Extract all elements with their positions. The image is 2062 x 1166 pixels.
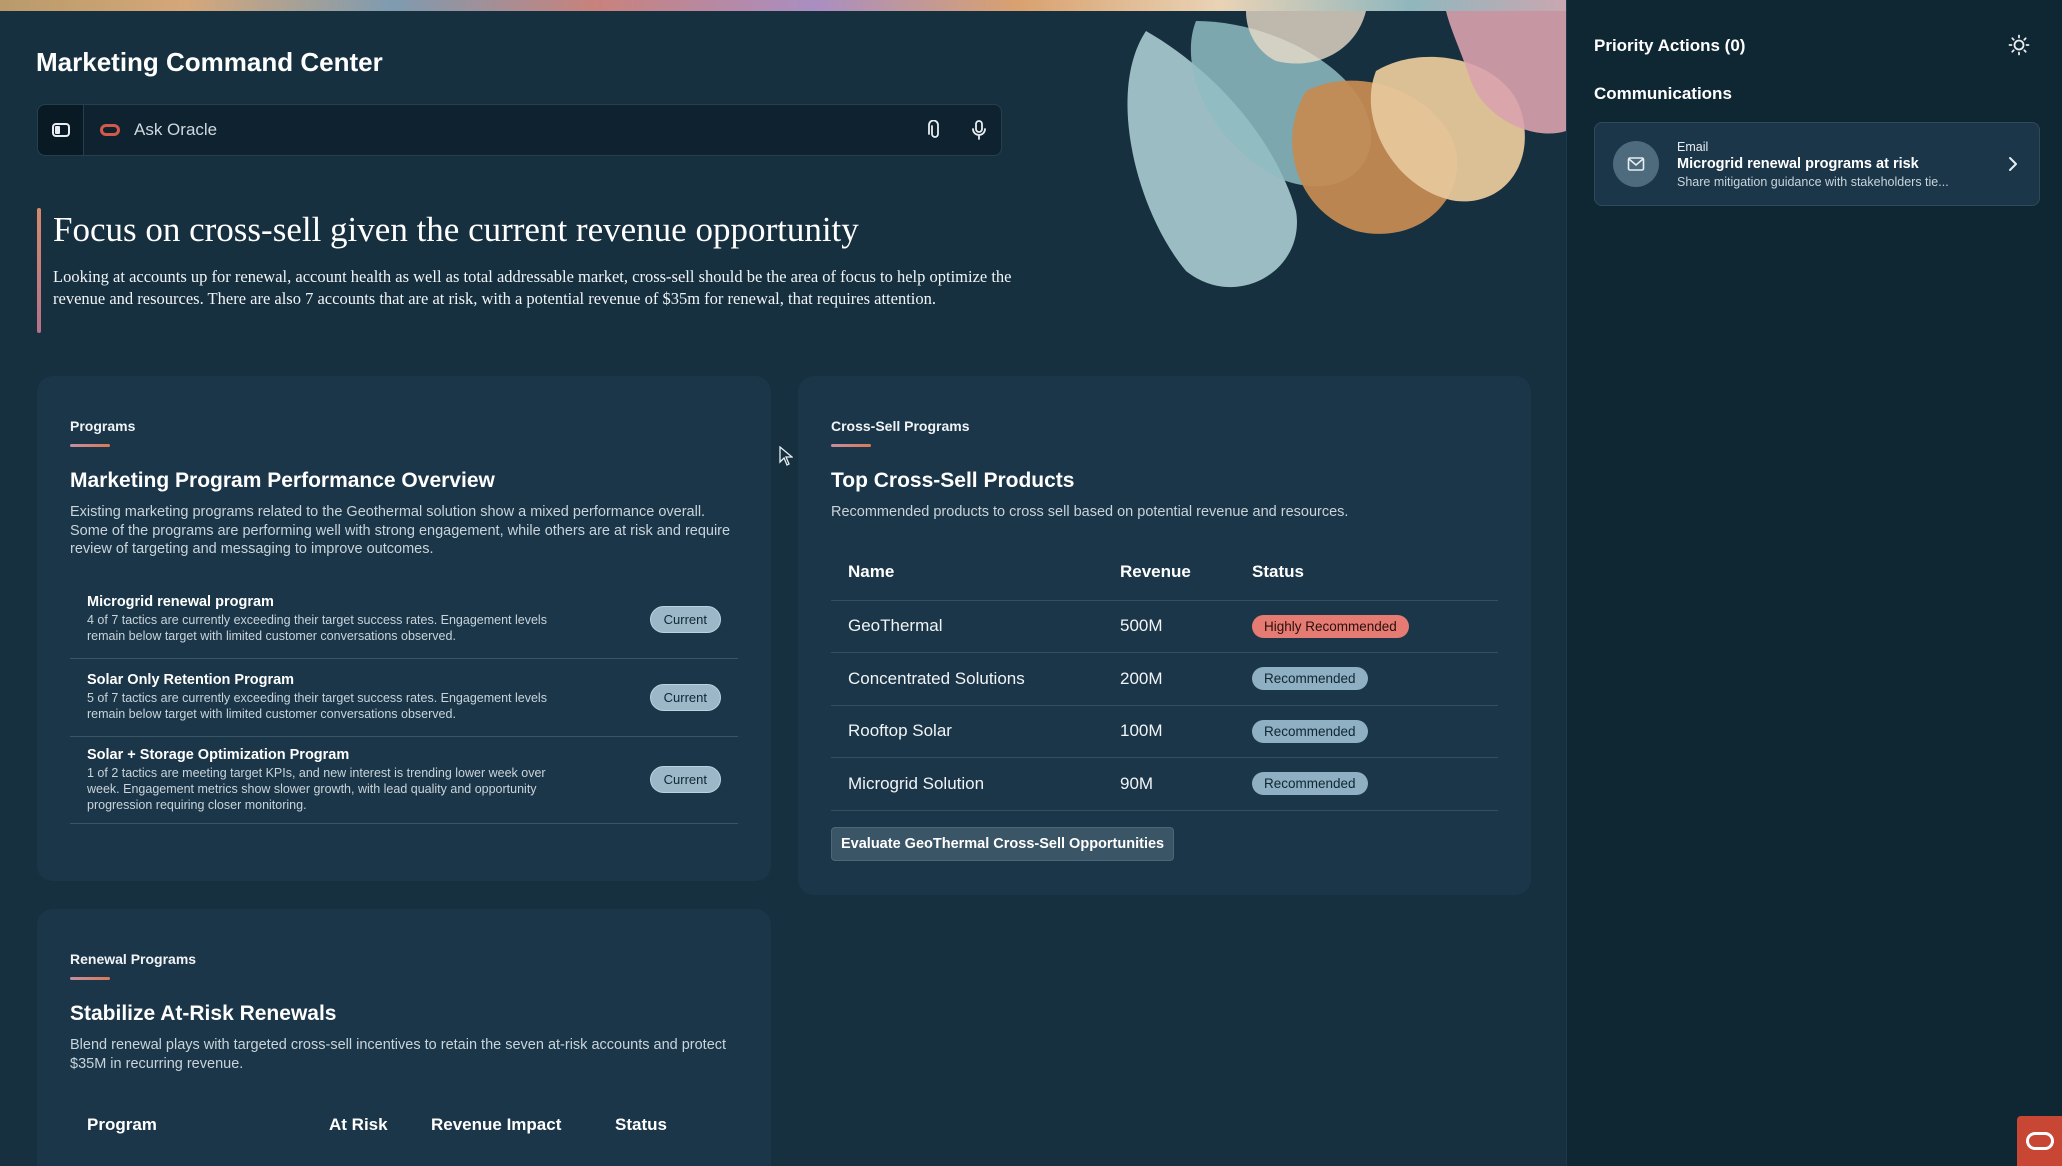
eyebrow-underline (70, 444, 110, 447)
programs-title: Marketing Program Performance Overview (70, 469, 495, 492)
product-revenue: 200M (1103, 652, 1235, 706)
product-revenue: 500M (1103, 600, 1235, 653)
attach-button[interactable] (913, 105, 957, 155)
main-panel: Marketing Command Center Focus on cross-… (0, 11, 1566, 1166)
program-title: Microgrid renewal program (87, 594, 274, 610)
eyebrow-underline (831, 444, 871, 447)
table-row[interactable]: Concentrated Solutions 200M Recommended (831, 652, 1498, 706)
insight-accent-bar (37, 208, 41, 333)
column-header-at-risk: At Risk (329, 1115, 388, 1134)
communication-description: Share mitigation guidance with stakehold… (1677, 174, 1949, 189)
cross-sell-description: Recommended products to cross sell based… (831, 504, 1349, 520)
renewal-description: Blend renewal plays with targeted cross-… (70, 1037, 727, 1072)
sidebar-toggle-button[interactable] (38, 105, 84, 155)
theme-toggle-button[interactable] (2008, 34, 2030, 61)
program-detail: 1 of 2 tactics are meeting target KPIs, … (87, 765, 546, 812)
status-badge: Recommended (1252, 719, 1368, 743)
list-item[interactable]: Solar + Storage Optimization Program 1 o… (70, 737, 738, 824)
communication-type: Email (1677, 139, 1709, 154)
program-detail: 4 of 7 tactics are currently exceeding t… (87, 613, 547, 643)
sun-icon (2008, 34, 2030, 56)
oracle-logo-icon (2025, 1132, 2054, 1150)
list-item[interactable]: Solar Only Retention Program 5 of 7 tact… (70, 659, 738, 737)
column-header-status: Status (1235, 539, 1498, 601)
list-item[interactable]: Microgrid renewal program 4 of 7 tactics… (70, 581, 738, 659)
microphone-button[interactable] (957, 105, 1001, 155)
renewal-eyebrow: Renewal Programs (70, 951, 197, 967)
table-row[interactable]: Rooftop Solar 100M Recommended (831, 705, 1498, 758)
programs-card: Programs Marketing Program Performance O… (37, 376, 771, 881)
cross-sell-card: Cross-Sell Programs Top Cross-Sell Produ… (798, 376, 1531, 895)
page-title: Marketing Command Center (36, 47, 383, 77)
status-badge: Recommended (1252, 667, 1368, 691)
ask-oracle-bar (37, 104, 1002, 156)
oracle-assistant-button[interactable] (2017, 1116, 2062, 1166)
product-name: Concentrated Solutions (831, 652, 1103, 706)
table-header-row: Name Revenue Status (831, 539, 1498, 601)
ask-oracle-input[interactable] (134, 120, 913, 140)
priority-actions-title: Priority Actions (0) (1594, 36, 1746, 55)
insight-body: Looking at accounts up for renewal, acco… (53, 267, 1012, 308)
programs-description: Existing marketing programs related to t… (70, 504, 731, 557)
evaluate-cross-sell-button[interactable]: Evaluate GeoThermal Cross-Sell Opportuni… (831, 826, 1175, 861)
column-header-status: Status (615, 1115, 667, 1134)
table-row[interactable]: Microgrid Solution 90M Recommended (831, 757, 1498, 811)
program-list: Microgrid renewal program 4 of 7 tactics… (70, 581, 738, 824)
column-header-name: Name (831, 539, 1103, 601)
insight-heading: Focus on cross-sell given the current re… (53, 210, 859, 249)
renewal-table-header: Program At Risk Revenue Impact Status (70, 1115, 738, 1135)
renewal-title: Stabilize At-Risk Renewals (70, 1002, 337, 1025)
product-name: Microgrid Solution (831, 757, 1103, 811)
communication-card[interactable]: Email Microgrid renewal programs at risk… (1594, 122, 2040, 206)
status-badge: Current (649, 605, 721, 633)
cross-sell-title: Top Cross-Sell Products (831, 469, 1075, 492)
programs-eyebrow: Programs (70, 418, 136, 434)
product-name: GeoThermal (831, 600, 1103, 653)
eyebrow-underline (70, 977, 110, 980)
status-badge: Current (649, 683, 721, 711)
renewal-programs-card: Renewal Programs Stabilize At-Risk Renew… (37, 909, 771, 1166)
communication-title: Microgrid renewal programs at risk (1677, 155, 1919, 172)
status-badge: Highly Recommended (1252, 614, 1409, 638)
cross-sell-eyebrow: Cross-Sell Programs (831, 418, 970, 434)
avatar (1613, 141, 1659, 187)
product-revenue: 100M (1103, 705, 1235, 758)
insight-summary: Focus on cross-sell given the current re… (37, 208, 1012, 333)
column-header-revenue-impact: Revenue Impact (431, 1115, 562, 1134)
column-header-revenue: Revenue (1103, 539, 1235, 601)
program-title: Solar + Storage Optimization Program (87, 746, 350, 763)
communications-heading: Communications (1594, 84, 1732, 103)
sidebar-toggle-icon (51, 123, 70, 137)
cross-sell-table: Name Revenue Status GeoThermal 500M High… (831, 539, 1498, 811)
program-title: Solar Only Retention Program (87, 672, 295, 688)
oracle-logo-icon (100, 124, 120, 136)
chevron-right-icon (2009, 157, 2017, 171)
decorative-artwork (1127, 11, 1566, 288)
status-badge: Recommended (1252, 772, 1368, 796)
cursor-icon (779, 446, 793, 466)
status-badge: Current (649, 766, 721, 793)
priority-actions-sidebar: Priority Actions (0) Communications Emai… (1566, 0, 2062, 1166)
attach-icon (928, 120, 939, 138)
product-name: Rooftop Solar (831, 705, 1103, 758)
product-revenue: 90M (1103, 757, 1235, 811)
table-row[interactable]: GeoThermal 500M Highly Recommended (831, 600, 1498, 653)
mail-icon (1627, 157, 1645, 171)
column-header-program: Program (87, 1115, 157, 1134)
header-decoration-strip (0, 0, 1566, 11)
microphone-icon (972, 120, 986, 140)
program-detail: 5 of 7 tactics are currently exceeding t… (87, 691, 547, 721)
